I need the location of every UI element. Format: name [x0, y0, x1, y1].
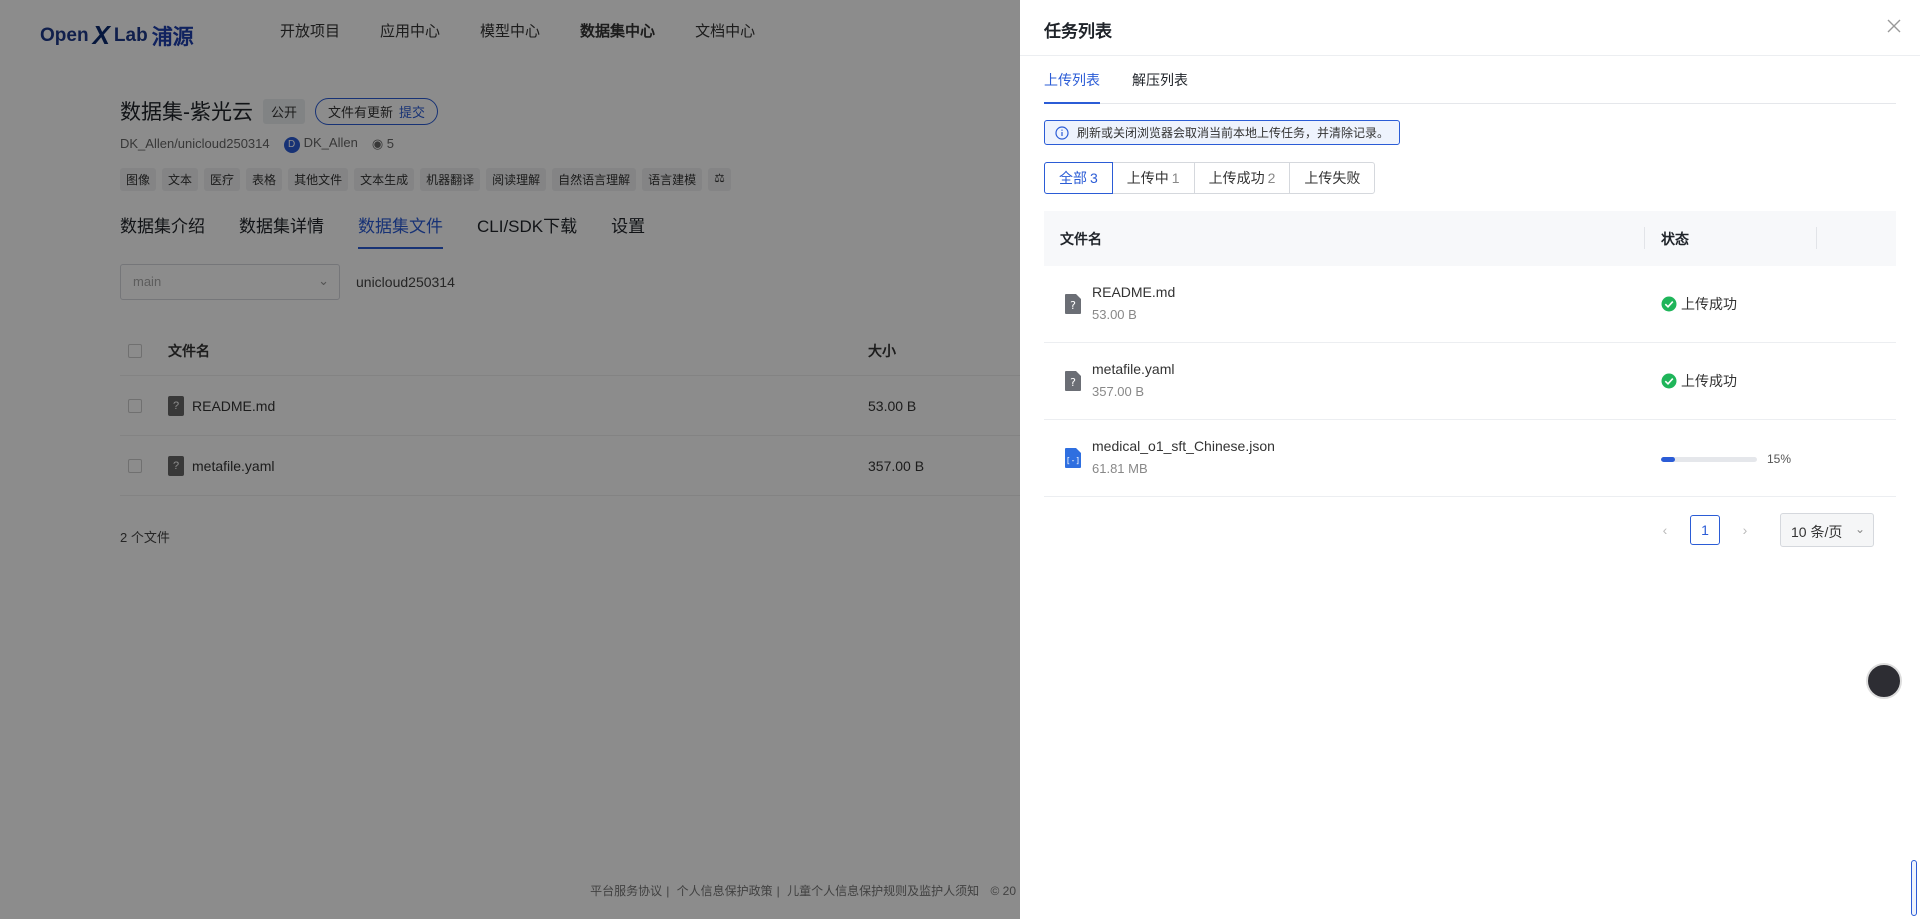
svg-text:?: ?	[1070, 376, 1076, 389]
success-check-icon	[1661, 296, 1677, 312]
pagination: ‹ 1 › 10 条/页 ⌄	[1650, 513, 1874, 547]
task-file-name: medical_o1_sft_Chinese.json	[1092, 438, 1275, 454]
table-row: [-] medical_o1_sft_Chinese.json 61.81 MB…	[1044, 420, 1896, 497]
assistant-avatar-icon[interactable]	[1866, 663, 1902, 699]
success-check-icon	[1661, 373, 1677, 389]
drawer-title: 任务列表	[1044, 22, 1112, 41]
table-row: ? README.md 53.00 B 上传成功	[1044, 266, 1896, 343]
task-list-drawer: 任务列表 上传列表 解压列表 刷新或关闭浏览器会取消当前本地上传任务，并清除记录…	[1020, 0, 1920, 919]
filter-failed-button[interactable]: 上传失败	[1289, 162, 1376, 194]
json-file-icon: [-]	[1065, 448, 1081, 468]
status-badge: 上传成功	[1661, 294, 1737, 314]
column-header-name: 文件名	[1060, 231, 1102, 247]
unknown-file-icon: ?	[1065, 294, 1081, 314]
next-page-button[interactable]: ›	[1730, 522, 1760, 538]
task-file-size: 53.00 B	[1092, 307, 1137, 322]
info-icon	[1055, 125, 1069, 140]
svg-text:[-]: [-]	[1066, 456, 1080, 465]
progress-label: 15%	[1767, 452, 1792, 466]
notice-text: 刷新或关闭浏览器会取消当前本地上传任务，并清除记录。	[1077, 126, 1390, 140]
task-file-size: 357.00 B	[1092, 384, 1145, 399]
info-notice: 刷新或关闭浏览器会取消当前本地上传任务，并清除记录。	[1044, 120, 1401, 145]
status-filter-group: 全部 3 上传中 1 上传成功 2 上传失败	[1044, 162, 1376, 194]
tab-unzip-list[interactable]: 解压列表	[1132, 70, 1188, 104]
task-file-size: 61.81 MB	[1092, 461, 1148, 476]
filter-label: 上传失败	[1304, 170, 1361, 186]
task-file-name: README.md	[1092, 284, 1176, 300]
tab-upload-list[interactable]: 上传列表	[1044, 70, 1100, 104]
filter-count: 3	[1090, 170, 1098, 186]
upload-progress: 15%	[1661, 452, 1791, 466]
svg-text:?: ?	[1070, 299, 1076, 312]
status-text: 上传成功	[1681, 373, 1737, 389]
progress-fill	[1661, 456, 1676, 462]
filter-label: 上传中	[1126, 170, 1169, 186]
filter-label: 上传成功	[1208, 170, 1265, 186]
drawer-header: 任务列表	[1020, 0, 1920, 56]
drawer-tabs: 上传列表 解压列表	[1044, 70, 1896, 104]
filter-all-button[interactable]: 全部 3	[1044, 162, 1113, 194]
chevron-down-icon: ⌄	[1854, 522, 1865, 536]
unknown-file-icon: ?	[1065, 371, 1081, 391]
progress-track	[1661, 456, 1757, 462]
close-icon[interactable]	[1884, 16, 1904, 36]
page-size-value: 10 条/页	[1791, 524, 1843, 540]
filter-success-button[interactable]: 上传成功 2	[1193, 162, 1291, 194]
column-divider	[1816, 227, 1817, 249]
filter-uploading-button[interactable]: 上传中 1	[1111, 162, 1195, 194]
column-divider	[1644, 227, 1645, 249]
page-number-button[interactable]: 1	[1690, 515, 1720, 545]
filter-label: 全部	[1059, 170, 1087, 186]
filter-count: 1	[1171, 170, 1180, 186]
task-table-header: 文件名 状态	[1044, 211, 1896, 266]
filter-count: 2	[1267, 170, 1276, 186]
prev-page-button[interactable]: ‹	[1650, 522, 1680, 538]
column-header-status: 状态	[1661, 231, 1689, 247]
task-file-name: metafile.yaml	[1092, 361, 1175, 377]
status-text: 上传成功	[1681, 296, 1737, 312]
scroll-indicator[interactable]	[1911, 860, 1917, 916]
page-size-select[interactable]: 10 条/页 ⌄	[1780, 513, 1874, 547]
status-badge: 上传成功	[1661, 371, 1737, 391]
task-table: 文件名 状态 ? README.md 53.00 B 上传成功 ? metafi…	[1044, 211, 1896, 497]
table-row: ? metafile.yaml 357.00 B 上传成功	[1044, 343, 1896, 420]
